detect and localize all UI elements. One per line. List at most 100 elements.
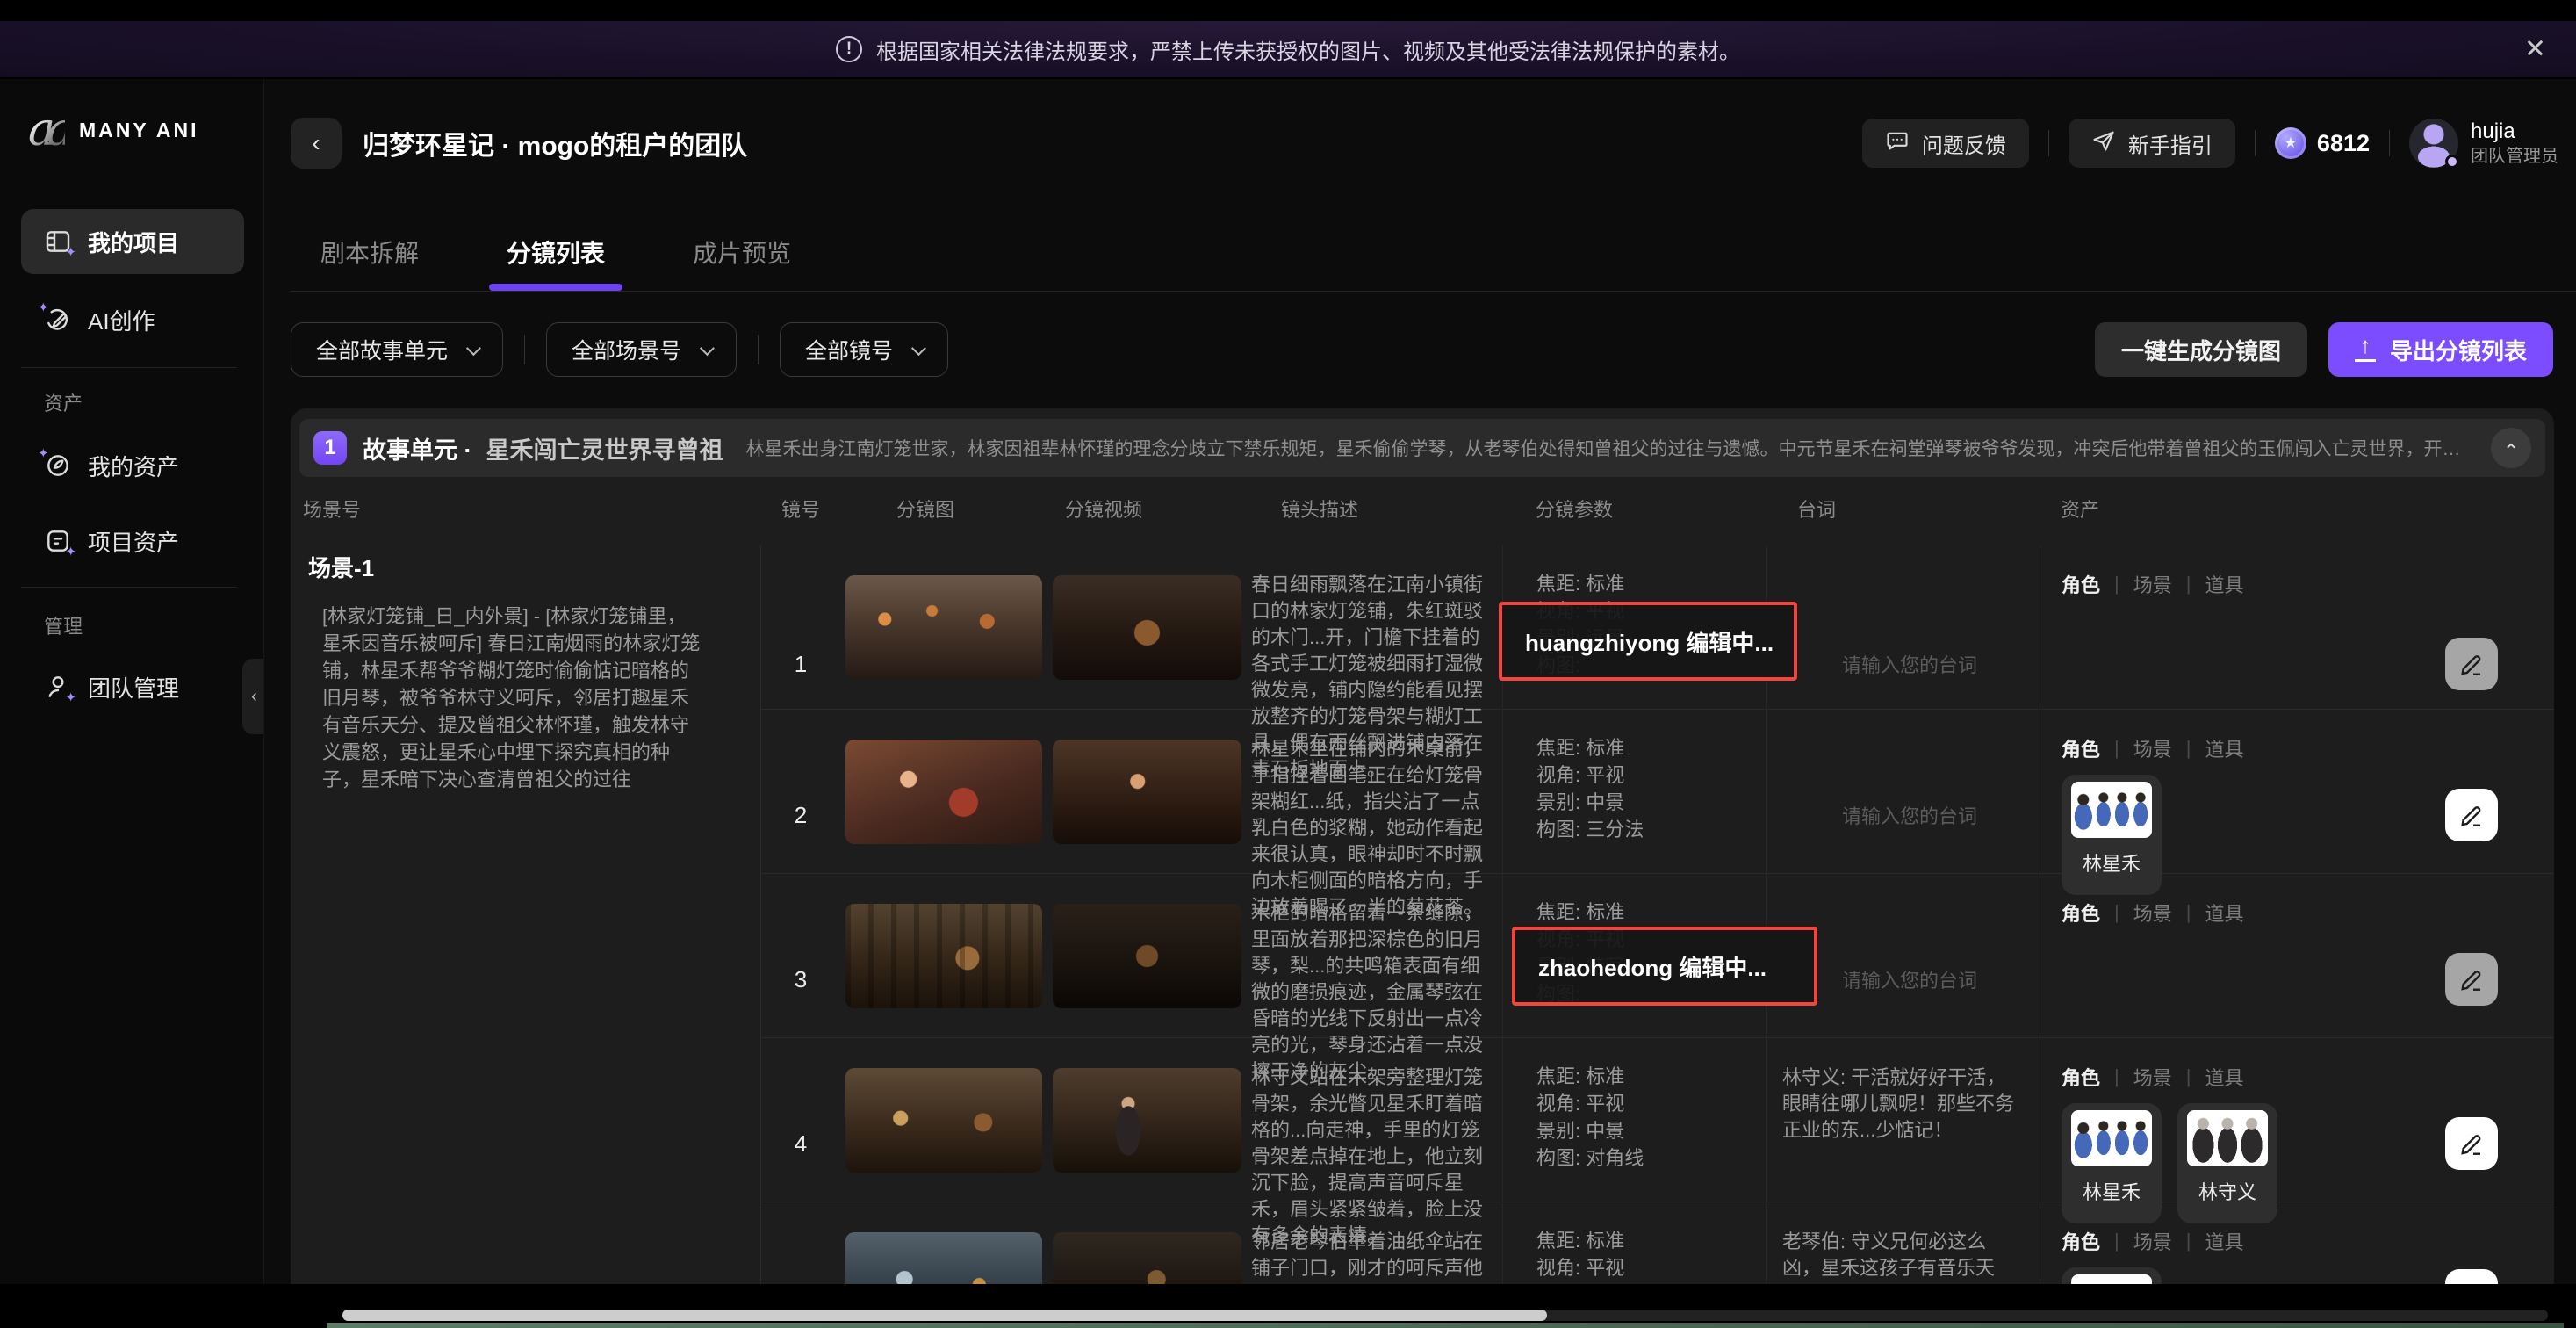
pencil-icon xyxy=(2457,650,2486,678)
export-shot-list-button[interactable]: 导出分镜列表 xyxy=(2328,322,2553,377)
col-header-dialog: 台词 xyxy=(1766,477,2040,545)
tag-divider xyxy=(2186,901,2191,924)
back-button[interactable] xyxy=(291,118,342,169)
storyboard-image[interactable] xyxy=(845,575,1042,680)
asset-tab-prop[interactable]: 道具 xyxy=(2205,1063,2243,1091)
tab-script-breakdown[interactable]: 剧本拆解 xyxy=(320,213,419,291)
table-row: 4 林守义站在木架旁整理灯笼骨架，余光瞥见星禾盯着暗格的...向走神，手里的灯笼… xyxy=(761,1038,2554,1202)
credits-display[interactable]: 6812 xyxy=(2275,127,2370,159)
character-name: 林星禾 xyxy=(2062,1177,2162,1205)
tab-film-preview[interactable]: 成片预览 xyxy=(693,213,791,291)
filter-label: 全部故事单元 xyxy=(316,334,448,365)
storyboard-video[interactable] xyxy=(1053,575,1241,680)
sidebar-item-label: 项目资产 xyxy=(88,525,179,558)
asset-tab-character[interactable]: 角色 xyxy=(2062,570,2100,598)
sidebar: MANY ANI 我的项目 AI创作 资产 我的资产 项目资产 管理 xyxy=(0,79,263,1284)
tag-divider xyxy=(2114,737,2119,760)
asset-tab-prop[interactable]: 道具 xyxy=(2205,570,2243,598)
sidebar-item-label: 团队管理 xyxy=(88,671,179,704)
asset-tab-scene[interactable]: 场景 xyxy=(2133,1227,2172,1255)
sidebar-item-project-assets[interactable]: 项目资产 xyxy=(21,513,244,569)
filter-story-unit[interactable]: 全部故事单元 xyxy=(291,322,503,377)
coin-icon xyxy=(2275,127,2306,159)
feedback-button[interactable]: 问题反馈 xyxy=(1862,119,2029,168)
upload-icon xyxy=(2355,337,2376,362)
close-icon[interactable] xyxy=(2524,34,2546,65)
my-assets-icon xyxy=(44,451,72,480)
col-header-assets: 资产 xyxy=(2040,477,2442,545)
scene-description: [林家灯笼铺_日_内外景] - [林家灯笼铺里，星禾因音乐被呵斥] 春日江南烟雨… xyxy=(322,603,702,793)
story-unit-index: 1 xyxy=(313,431,347,465)
shot-number: 5 xyxy=(761,1202,840,1287)
edit-row-button[interactable] xyxy=(2445,953,2498,1006)
shot-rows: 1 春日细雨飘落在江南小镇街口的林家灯笼铺，朱红斑驳的木门...开，门檐下挂着的… xyxy=(761,545,2554,1287)
tab-shot-list[interactable]: 分镜列表 xyxy=(507,213,605,291)
col-header-params: 分镜参数 xyxy=(1502,477,1766,545)
asset-tab-scene[interactable]: 场景 xyxy=(2133,570,2172,598)
guide-button[interactable]: 新手指引 xyxy=(2069,119,2235,168)
pencil-icon xyxy=(2457,801,2486,829)
param-line: 焦距: 标准 xyxy=(1536,899,1766,926)
sidebar-section-manage: 管理 xyxy=(44,611,83,639)
col-header-video: 分镜视频 xyxy=(1051,477,1251,545)
project-header: 归梦环星记 · mogo的租户的团队 问题反馈 新手指引 6812 xyxy=(291,116,2558,170)
filter-scene-no[interactable]: 全部场景号 xyxy=(546,322,737,377)
story-unit-header[interactable]: 1 故事单元 · 星禾闯亡灵世界寻曾祖 林星禾出身江南灯笼世家，林家因祖辈林怀瑾… xyxy=(299,419,2545,477)
storyboard-image[interactable] xyxy=(845,1232,1042,1287)
user-name: hujia xyxy=(2471,119,2558,145)
sidebar-item-my-projects[interactable]: 我的项目 xyxy=(21,209,244,274)
dialog-text[interactable]: 老琴伯: 守义兄何必这么凶，星禾这孩子有音乐天分，上次我听...弹月琴，可比我年… xyxy=(1766,1202,2040,1287)
header-divider xyxy=(2048,130,2049,156)
asset-tab-character[interactable]: 角色 xyxy=(2062,899,2100,927)
chevron-down-icon xyxy=(700,341,715,356)
asset-tab-scene[interactable]: 场景 xyxy=(2133,1063,2172,1091)
story-unit-label: 故事单元 · xyxy=(363,431,472,466)
edit-row-button[interactable] xyxy=(2445,1117,2498,1170)
storyboard-image[interactable] xyxy=(845,904,1042,1008)
character-thumbnail xyxy=(2187,1110,2268,1166)
storyboard-video[interactable] xyxy=(1053,904,1241,1008)
filter-shot-no[interactable]: 全部镜号 xyxy=(780,322,948,377)
col-header-shot-no: 镜号 xyxy=(761,477,840,545)
horizontal-scrollbar-thumb[interactable] xyxy=(342,1310,1547,1321)
collapse-unit-button[interactable] xyxy=(2491,428,2531,468)
logo-text: MANY ANI xyxy=(79,119,198,142)
storyboard-video[interactable] xyxy=(1053,1232,1241,1287)
asset-tab-scene[interactable]: 场景 xyxy=(2133,899,2172,927)
bottom-letterbox xyxy=(0,1284,2576,1328)
param-line: 构图: 三分法 xyxy=(1536,816,1766,843)
edit-row-button[interactable] xyxy=(2445,638,2498,690)
asset-tab-character[interactable]: 角色 xyxy=(2062,1063,2100,1091)
sidebar-collapse-handle[interactable] xyxy=(242,659,266,734)
storyboard-image[interactable] xyxy=(845,1068,1042,1173)
character-name: 林星禾 xyxy=(2062,848,2162,877)
avatar xyxy=(2409,119,2458,168)
sidebar-item-my-assets[interactable]: 我的资产 xyxy=(21,437,244,494)
guide-label: 新手指引 xyxy=(2128,128,2213,159)
character-thumbnail xyxy=(2071,1110,2152,1166)
asset-tab-prop[interactable]: 道具 xyxy=(2205,734,2243,762)
view-tabs: 剧本拆解 分镜列表 成片预览 xyxy=(291,213,2576,292)
shot-table-panel: 1 故事单元 · 星禾闯亡灵世界寻曾祖 林星禾出身江南灯笼世家，林家因祖辈林怀瑾… xyxy=(291,408,2554,1287)
legal-banner-text: 根据国家相关法律法规要求，严禁上传未获授权的图片、视频及其他受法律法规保护的素材… xyxy=(876,34,1740,65)
asset-tab-prop[interactable]: 道具 xyxy=(2205,899,2243,927)
main-area: 归梦环星记 · mogo的租户的团队 问题反馈 新手指引 6812 xyxy=(263,79,2576,1328)
sidebar-divider xyxy=(21,587,237,588)
storyboard-video[interactable] xyxy=(1053,740,1241,844)
asset-tab-scene[interactable]: 场景 xyxy=(2133,734,2172,762)
sidebar-item-ai-create[interactable]: AI创作 xyxy=(21,292,244,348)
storyboard-image[interactable] xyxy=(845,740,1042,844)
shot-params: 焦距: 标准 视角: 平视 景别: 中景 xyxy=(1502,1202,1766,1287)
user-menu[interactable]: hujia 团队管理员 xyxy=(2409,119,2558,168)
scene-cell: 场景-1 [林家灯笼铺_日_内外景] - [林家灯笼铺里，星禾因音乐被呵斥] 春… xyxy=(291,545,761,1287)
asset-tab-character[interactable]: 角色 xyxy=(2062,734,2100,762)
asset-tab-prop[interactable]: 道具 xyxy=(2205,1227,2243,1255)
sidebar-item-team-manage[interactable]: 团队管理 xyxy=(21,659,244,715)
storyboard-video[interactable] xyxy=(1053,1068,1241,1173)
col-header-scene: 场景号 xyxy=(291,477,761,545)
asset-tab-character[interactable]: 角色 xyxy=(2062,1227,2100,1255)
generate-storyboard-button[interactable]: 一键生成分镜图 xyxy=(2095,322,2307,377)
table-header-row: 场景号 镜号 分镜图 分镜视频 镜头描述 分镜参数 台词 资产 xyxy=(291,477,2554,545)
param-line: 视角: 平视 xyxy=(1536,1254,1766,1281)
edit-row-button[interactable] xyxy=(2445,789,2498,841)
